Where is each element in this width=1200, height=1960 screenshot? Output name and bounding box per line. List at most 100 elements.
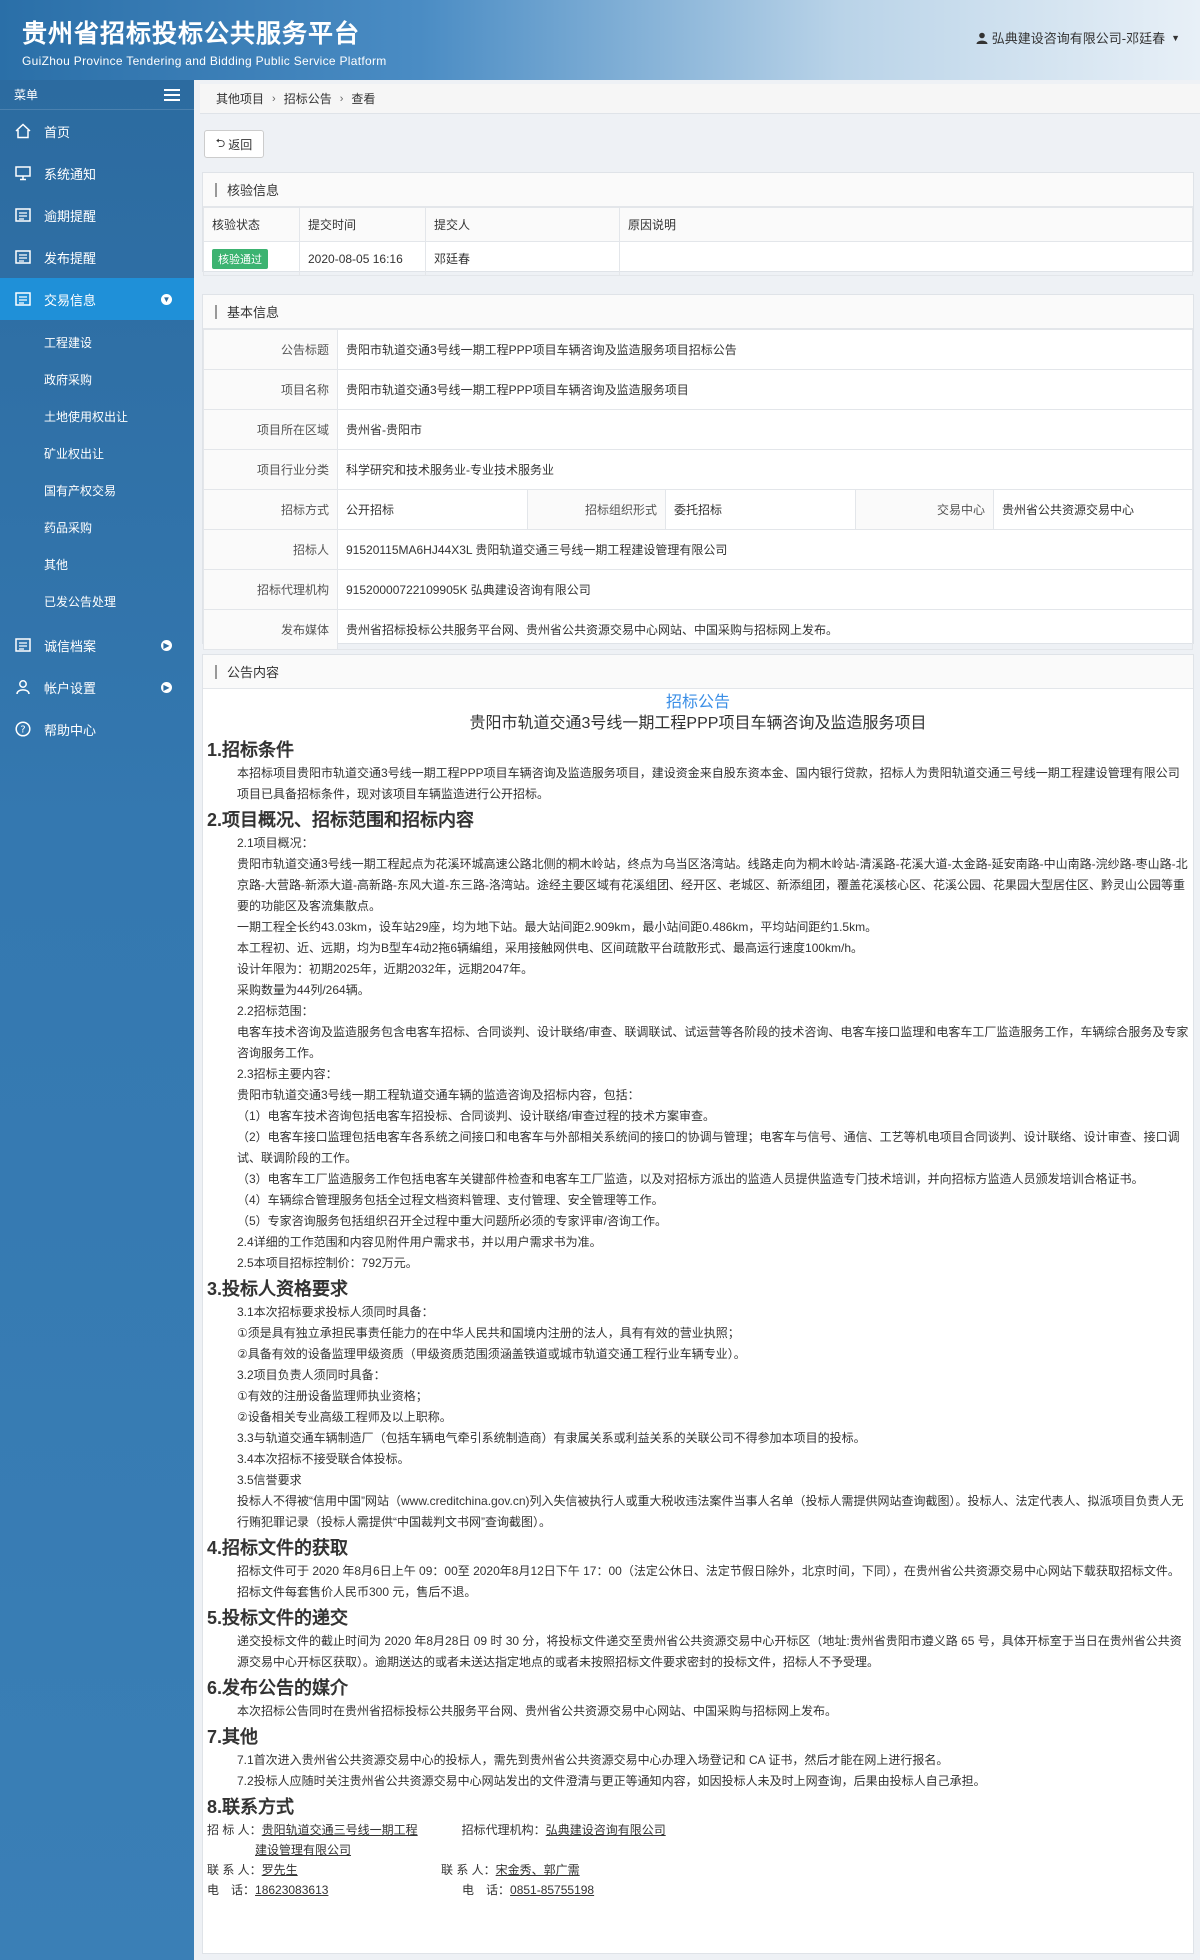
paragraph: 2.2招标范围： [237, 1004, 314, 1018]
contact-row: 建设管理有限公司 [207, 1840, 1189, 1860]
submit-time: 2020-08-05 16:16 [299, 241, 426, 276]
table-row: 招标人 91520115MA6HJ44X3L 贵阳轨道交通三号线一期工程建设管理… [203, 529, 1193, 570]
hamburger-icon[interactable] [164, 88, 180, 101]
sidebar-subitem-mining[interactable]: 矿业权出让 [0, 435, 194, 472]
sidebar-item-label: 逾期提醒 [44, 208, 97, 224]
paragraph: 7.2投标人应随时关注贵州省公共资源交易中心网站发出的文件澄清与更正等通知内容，… [237, 1774, 986, 1788]
chevron-right-icon: ▶ [161, 639, 172, 651]
field-label: 招标代理机构 [203, 569, 338, 610]
platform-title: 贵州省招标投标公共服务平台 [22, 20, 361, 48]
basic-info-panel: 基本信息 公告标题 贵阳市轨道交通3号线一期工程PPP项目车辆咨询及监造服务项目… [202, 294, 1194, 650]
contact-value: 宋金秀、郭广需 [495, 1863, 580, 1877]
list-icon [14, 636, 32, 654]
sidebar-item-label: 系统通知 [44, 166, 97, 182]
contact-value: 罗先生 [261, 1863, 298, 1877]
breadcrumb: 其他项目 › 招标公告 › 查看 [200, 84, 1200, 114]
sidebar-item-overdue[interactable]: 逾期提醒 [0, 194, 194, 236]
sidebar-item-trade[interactable]: 交易信息 ▼ [0, 278, 194, 320]
sidebar-item-notice[interactable]: 系统通知 [0, 152, 194, 194]
list-icon [14, 290, 32, 308]
paragraph: 投标人不得被“信用中国”网站（www.creditchina.gov.cn)列入… [237, 1494, 1184, 1529]
platform-subtitle: GuiZhou Province Tendering and Bidding P… [22, 54, 387, 68]
table-row: 项目名称 贵阳市轨道交通3号线一期工程PPP项目车辆咨询及监造服务项目 [203, 369, 1193, 410]
paragraph: 3.5信誉要求 [237, 1473, 302, 1487]
paragraph: 3.1本次招标要求投标人须同时具备： [237, 1305, 434, 1319]
table-row: 发布媒体 贵州省招标投标公共服务平台网、贵州省公共资源交易中心网站、中国采购与招… [203, 609, 1193, 650]
section-heading: 8.联系方式 [207, 1797, 295, 1817]
sidebar-subitem-engineering[interactable]: 工程建设 [0, 324, 194, 361]
main-content: 其他项目 › 招标公告 › 查看 ⮌ 返回 核验信息 核验状态 提交时间 提交人… [194, 80, 1200, 1960]
paragraph: 3.2项目负责人须同时具备： [237, 1368, 386, 1382]
sidebar-item-publish[interactable]: 发布提醒 [0, 236, 194, 278]
platform-logo[interactable]: 贵州省招标投标公共服务平台 GuiZhou Province Tendering… [22, 14, 387, 68]
contact-person-cell: 联 系 人：罗先生 [207, 1860, 441, 1880]
column-header: 提交人 [425, 207, 620, 242]
submitter: 邓廷春 [425, 241, 620, 276]
sidebar-subitem-state-assets[interactable]: 国有产权交易 [0, 472, 194, 509]
contact-label: 招标代理机构： [461, 1823, 546, 1837]
monitor-icon [14, 164, 32, 182]
sidebar-item-credit[interactable]: 诚信档案 ▶ [0, 624, 194, 666]
verify-panel: 核验信息 核验状态 提交时间 提交人 原因说明 核验通过 2020-08-05 … [202, 172, 1194, 276]
panel-title: 公告内容 [203, 655, 1193, 689]
user-icon [976, 32, 988, 44]
paragraph: 2.1项目概况： [237, 836, 314, 850]
sidebar-subitem-other[interactable]: 其他 [0, 546, 194, 583]
paragraph: ②设备相关专业高级工程师及以上职称。 [237, 1410, 452, 1424]
paragraph: 2.3招标主要内容： [237, 1067, 338, 1081]
field-label: 公告标题 [203, 329, 338, 370]
table-row: 核验通过 2020-08-05 16:16 邓廷春 [203, 241, 1193, 276]
announcement-body: 招标公告 贵阳市轨道交通3号线一期工程PPP项目车辆咨询及监造服务项目 1.招标… [203, 693, 1193, 1900]
basic-info-table: 公告标题 贵阳市轨道交通3号线一期工程PPP项目车辆咨询及监造服务项目招标公告 … [203, 329, 1193, 650]
field-value: 贵州省-贵阳市 [337, 409, 1193, 450]
contact-row: 电 话：18623083613 电 话： 0851-85755198 [207, 1880, 1189, 1900]
sidebar-subitem-published[interactable]: 已发公告处理 [0, 583, 194, 620]
paragraph: 本招标项目贵阳市轨道交通3号线一期工程PPP项目车辆咨询及监造服务项目，建设资金… [237, 766, 1180, 801]
sidebar-item-help[interactable]: ? 帮助中心 [0, 708, 194, 750]
column-header: 提交时间 [299, 207, 426, 242]
paragraph: （3）电客车工厂监造服务工作包括电客车关键部件检查和电客车工厂监造，以及对招标方… [237, 1172, 1144, 1186]
paragraph: 3.3与轨道交通车辆制造厂（包括车辆电气牵引系统制造商）有隶属关系或利益关系的关… [237, 1431, 866, 1445]
breadcrumb-item[interactable]: 招标公告 [276, 90, 340, 107]
list-icon [14, 206, 32, 224]
paragraph: ②具备有效的设备监理甲级资质（甲级资质范围须涵盖铁道或城市轨道交通工程行业车辆专… [237, 1347, 746, 1361]
breadcrumb-item: 查看 [351, 92, 376, 106]
sidebar-header: 菜单 [0, 80, 194, 110]
panel-title: 核验信息 [203, 173, 1193, 207]
paragraph: 2.5本项目招标控制价：792万元。 [237, 1256, 418, 1270]
sidebar-subitem-land[interactable]: 土地使用权出让 [0, 398, 194, 435]
contact-phone-cell: 电 话：18623083613 [207, 1880, 462, 1900]
sidebar-submenu: 工程建设 政府采购 土地使用权出让 矿业权出让 国有产权交易 药品采购 其他 已… [0, 320, 194, 624]
paragraph: 3.4本次招标不接受联合体投标。 [237, 1452, 410, 1466]
field-label: 招标组织形式 [527, 489, 666, 530]
section-heading: 3.投标人资格要求 [207, 1279, 349, 1299]
back-button[interactable]: ⮌ 返回 [204, 130, 264, 158]
sidebar-item-account[interactable]: 帐户设置 ▶ [0, 666, 194, 708]
field-value: 91520115MA6HJ44X3L 贵阳轨道交通三号线一期工程建设管理有限公司 [337, 529, 1193, 570]
table-row: 项目行业分类 科学研究和技术服务业-专业技术服务业 [203, 449, 1193, 490]
paragraph: 2.4详细的工作范围和内容见附件用户需求书，并以用户需求书为准。 [237, 1235, 602, 1249]
paragraph: 贵阳市轨道交通3号线一期工程轨道交通车辆的监造咨询及招标内容，包括： [237, 1088, 640, 1102]
field-value: 贵州省公共资源交易中心 [993, 489, 1193, 530]
user-menu[interactable]: 弘典建设咨询有限公司-邓廷春 ▼ [976, 28, 1180, 47]
help-icon: ? [14, 720, 32, 738]
contact-value: 18623083613 [255, 1883, 329, 1897]
field-label: 发布媒体 [203, 609, 338, 650]
sidebar-subitem-drugs[interactable]: 药品采购 [0, 509, 194, 546]
table-row: 项目所在区域 贵州省-贵阳市 [203, 409, 1193, 450]
svg-text:?: ? [20, 725, 25, 736]
field-label: 项目所在区域 [203, 409, 338, 450]
sidebar: 菜单 首页 系统通知 逾期提醒 发布提醒 交易信息 ▼ 工程建设 政府采购 土地… [0, 80, 194, 1960]
breadcrumb-item[interactable]: 其他项目 [208, 90, 272, 107]
announcement-title: 招标公告 [665, 694, 730, 711]
field-value: 贵阳市轨道交通3号线一期工程PPP项目车辆咨询及监造服务项目 [337, 369, 1193, 410]
contact-value: 弘典建设咨询有限公司 [545, 1823, 666, 1837]
section-heading: 2.项目概况、招标范围和招标内容 [207, 810, 475, 830]
table-header-row: 核验状态 提交时间 提交人 原因说明 [203, 207, 1193, 242]
status-badge: 核验通过 [212, 248, 268, 269]
reason [619, 241, 1193, 276]
contact-label: 电 话： [462, 1883, 511, 1897]
paragraph: 本次招标公告同时在贵州省招标投标公共服务平台网、贵州省公共资源交易中心网站、中国… [237, 1704, 838, 1718]
sidebar-item-home[interactable]: 首页 [0, 110, 194, 152]
sidebar-subitem-gov-purchase[interactable]: 政府采购 [0, 361, 194, 398]
